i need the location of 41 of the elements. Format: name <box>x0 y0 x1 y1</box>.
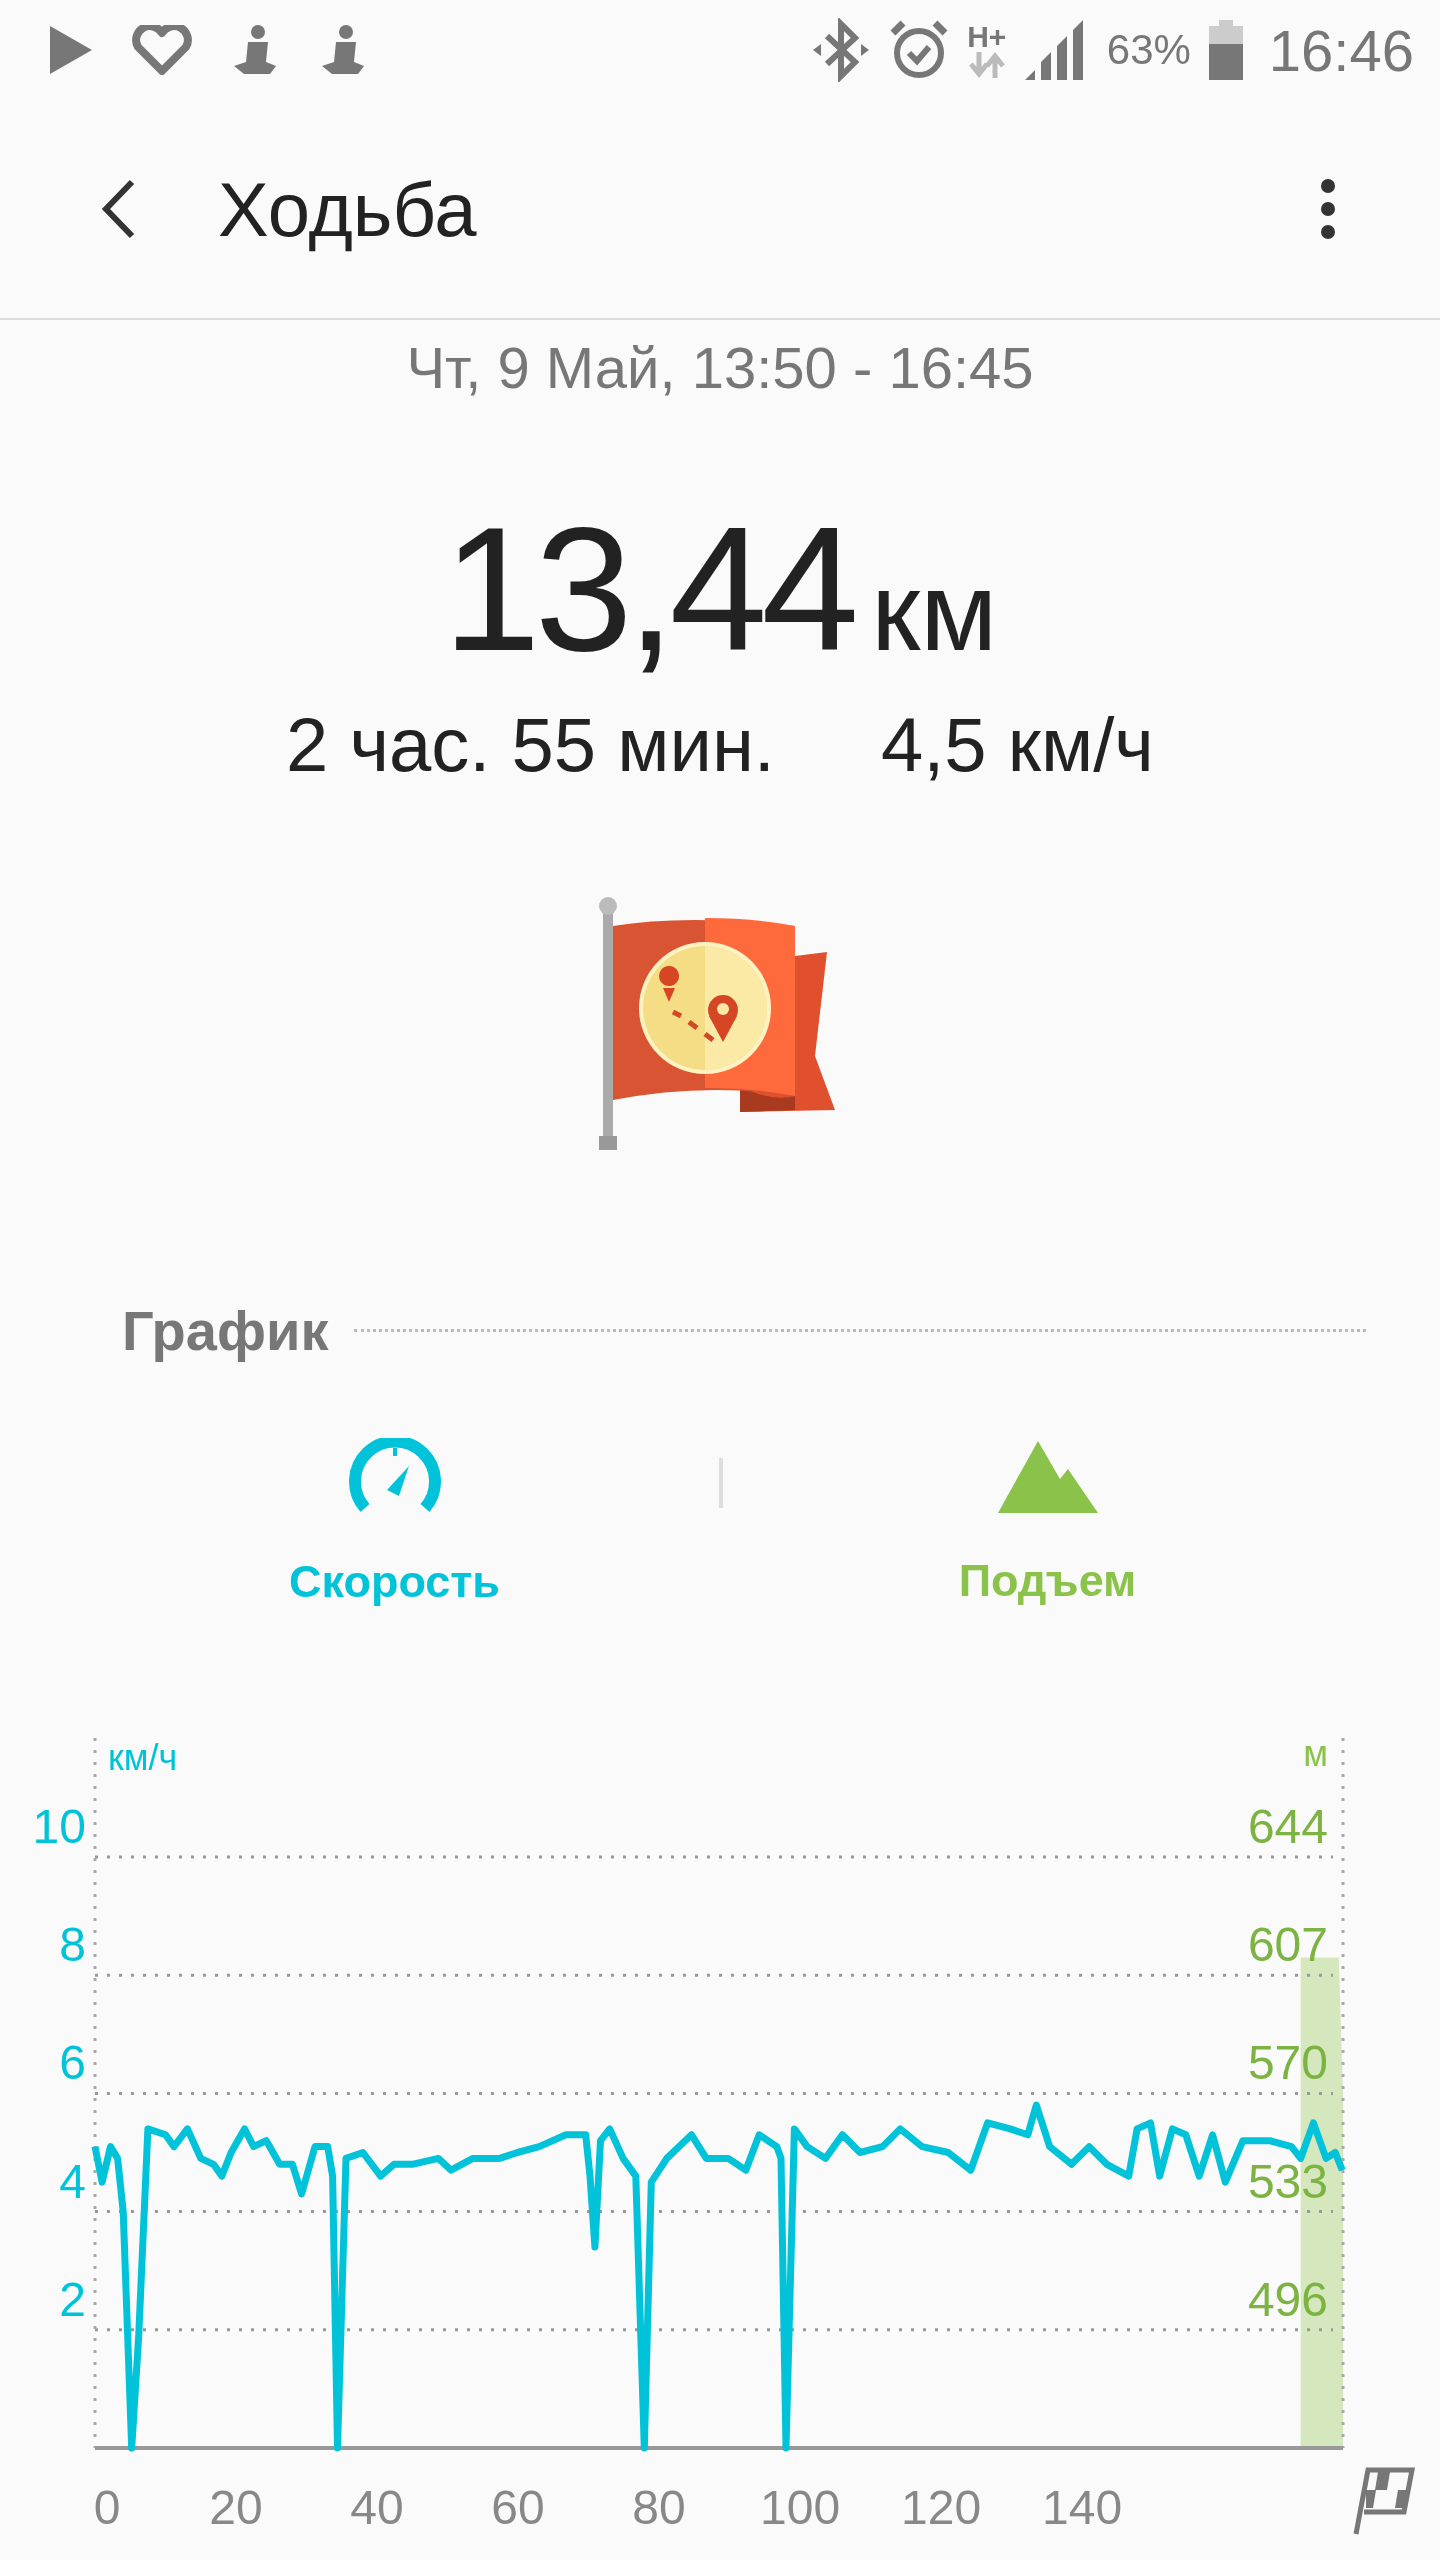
speedometer-icon <box>346 1438 443 1514</box>
workout-date-time: Чт, 9 Май, 13:50 - 16:45 <box>406 334 1034 401</box>
mountain-icon <box>997 1439 1098 1513</box>
speed-tick-label: 10 <box>32 1800 86 1853</box>
average-speed: 4,5 км/ч <box>880 701 1154 788</box>
more-options-icon <box>1320 178 1336 240</box>
alarm-icon <box>888 19 949 81</box>
speed-tick-label: 2 <box>59 2272 86 2326</box>
play-icon <box>48 24 94 76</box>
elevation-toggle[interactable]: Подъем <box>723 1429 1372 1617</box>
distance-unit: км <box>871 548 998 676</box>
elevation-tick-label: 570 <box>1247 2036 1328 2090</box>
duration-value: 2 час. 55 мин. <box>286 701 775 788</box>
screen-title: Ходьба <box>218 165 478 253</box>
speed-tick-label: 8 <box>59 1918 86 1972</box>
time-tick-label: 100 <box>760 2481 841 2534</box>
distance-value: 13,44 <box>442 501 854 677</box>
time-tick-label: 120 <box>901 2481 982 2534</box>
elevation-tick-label: 533 <box>1247 2154 1328 2208</box>
data-arrows-icon <box>966 52 1007 78</box>
network-type: H+ <box>967 22 1007 52</box>
speed-tick-label: 6 <box>59 2036 86 2090</box>
elevation-tick-label: 607 <box>1247 1918 1328 1972</box>
speed-toggle[interactable]: Скорость <box>70 1428 719 1618</box>
time-tick-label: 60 <box>491 2481 545 2534</box>
battery-icon <box>1208 20 1243 80</box>
speed-tick-label: 4 <box>59 2154 86 2208</box>
time-tick-label: 0 <box>93 2481 121 2534</box>
time-tick-label: 80 <box>632 2481 686 2534</box>
elevation-axis-unit: м <box>1303 1733 1328 1774</box>
section-heading: График <box>122 1298 329 1363</box>
finish-flag-icon <box>1353 2467 1416 2535</box>
time-tick-label: 40 <box>350 2481 404 2534</box>
elevation-tick-label: 644 <box>1247 1800 1328 1853</box>
elevation-tick-label: 496 <box>1247 2272 1328 2326</box>
heart-icon <box>132 25 192 75</box>
speed-axis-unit: км/ч <box>108 1737 178 1778</box>
time-tick-label: 20 <box>209 2481 263 2534</box>
battery-percentage: 63% <box>1106 26 1191 74</box>
clock-time: 16:46 <box>1268 16 1414 84</box>
time-tick-label: 140 <box>1042 2481 1123 2534</box>
